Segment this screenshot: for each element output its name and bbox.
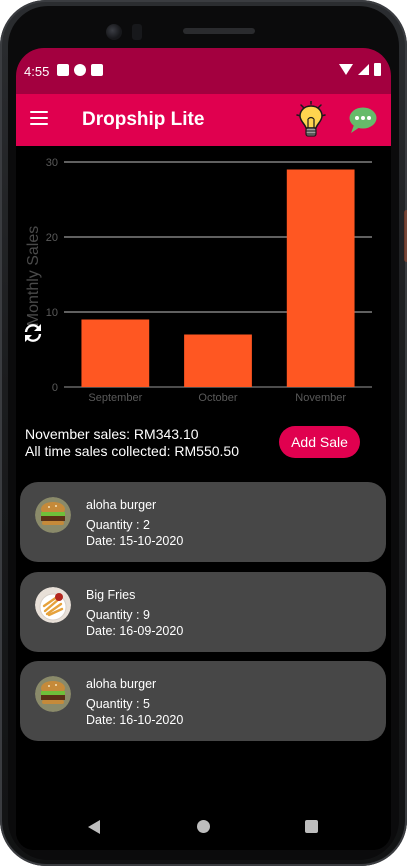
phone-frame: 4:55 Dropship Lite 0 10 20 30 September … xyxy=(0,0,407,866)
wifi-icon xyxy=(339,64,353,75)
front-camera xyxy=(106,24,122,40)
sd-card-notification-icon xyxy=(91,64,103,76)
bar-october xyxy=(184,334,252,387)
signal-icon xyxy=(358,64,369,75)
order-date: Date: 16-10-2020 xyxy=(86,713,184,727)
bar-november xyxy=(286,169,355,387)
x-tick-label: September xyxy=(88,392,142,404)
order-name: Big Fries xyxy=(86,588,136,602)
order-details: aloha burger Quantity : 2 Date: 15-10-20… xyxy=(86,497,183,549)
status-time: 4:55 xyxy=(24,64,50,79)
proximity-sensor xyxy=(132,24,142,40)
y-tick-label: 20 xyxy=(46,232,58,244)
app-title: Dropship Lite xyxy=(82,109,205,130)
fries-image xyxy=(35,587,71,623)
order-name: aloha burger xyxy=(86,677,157,691)
order-details: aloha burger Quantity : 5 Date: 16-10-20… xyxy=(86,676,183,728)
system-nav-bar xyxy=(16,804,391,850)
battery-icon xyxy=(374,63,381,76)
burger-image xyxy=(35,497,71,533)
x-tick-label: November xyxy=(295,392,346,404)
order-quantity: Quantity : 2 xyxy=(86,518,150,532)
menu-icon-line xyxy=(30,111,48,113)
system-status-icons xyxy=(339,63,381,76)
back-button[interactable] xyxy=(88,820,100,834)
y-axis-label: Monthly Sales xyxy=(25,226,42,327)
order-date: Date: 16-09-2020 xyxy=(86,624,184,638)
gallery-notification-icon xyxy=(57,64,69,76)
order-date: Date: 15-10-2020 xyxy=(86,534,184,548)
order-quantity: Quantity : 9 xyxy=(86,608,150,622)
order-card[interactable]: Big Fries Quantity : 9 Date: 16-09-2020 xyxy=(20,572,386,652)
menu-button[interactable] xyxy=(30,111,50,127)
y-tick-label: 30 xyxy=(46,157,58,169)
screen: 4:55 Dropship Lite 0 10 20 30 September … xyxy=(16,48,391,850)
status-bar: 4:55 xyxy=(16,48,391,94)
y-tick-label: 10 xyxy=(46,307,58,319)
order-card[interactable]: aloha burger Quantity : 5 Date: 16-10-20… xyxy=(20,661,386,741)
recents-button[interactable] xyxy=(305,820,318,833)
menu-icon-line xyxy=(30,123,48,125)
home-button[interactable] xyxy=(197,820,210,833)
y-axis-ticks: 0 10 20 30 xyxy=(46,157,58,394)
pie-notification-icon xyxy=(74,64,86,76)
add-sale-button[interactable]: Add Sale xyxy=(279,426,360,458)
sales-summary: November sales: RM343.10 All time sales … xyxy=(25,426,239,460)
chat-icon[interactable] xyxy=(348,106,378,134)
menu-icon-line xyxy=(30,117,48,119)
burger-image xyxy=(35,676,71,712)
order-name: aloha burger xyxy=(86,498,157,512)
earpiece-speaker xyxy=(183,28,255,34)
monthly-sales-chart: 0 10 20 30 September October November Monthly… xyxy=(25,157,372,404)
bar-september xyxy=(81,319,150,387)
y-tick-label: 0 xyxy=(52,382,58,394)
lightbulb-icon[interactable] xyxy=(294,101,328,141)
notification-icons xyxy=(57,64,103,76)
monthly-sales-text: November sales: RM343.10 xyxy=(25,426,199,442)
app-bar: Dropship Lite xyxy=(16,94,391,146)
all-time-sales-text: All time sales collected: RM550.50 xyxy=(25,443,239,459)
order-quantity: Quantity : 5 xyxy=(86,697,150,711)
chart-bars xyxy=(81,169,355,387)
order-card[interactable]: aloha burger Quantity : 2 Date: 15-10-20… xyxy=(20,482,386,562)
order-details: Big Fries Quantity : 9 Date: 16-09-2020 xyxy=(86,587,183,639)
x-tick-label: October xyxy=(198,392,237,404)
refresh-icon[interactable] xyxy=(22,322,44,344)
x-axis-ticks: September October November xyxy=(88,392,346,404)
